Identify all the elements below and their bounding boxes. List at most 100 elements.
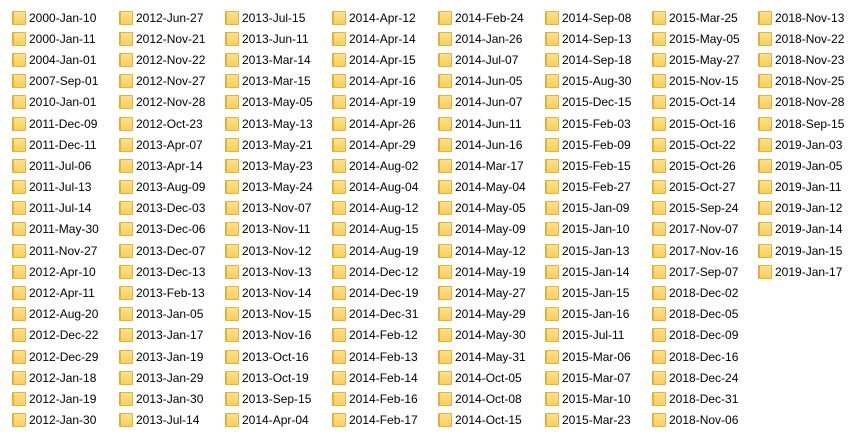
folder-item[interactable]: 2019-Jan-11 (758, 177, 844, 198)
folder-item[interactable]: 2014-Jun-05 (438, 71, 526, 92)
folder-item[interactable]: 2015-May-27 (652, 49, 740, 70)
folder-item[interactable]: 2015-Feb-03 (545, 113, 631, 134)
folder-item[interactable]: 2012-Aug-20 (12, 304, 99, 325)
folder-item[interactable]: 2012-Nov-22 (119, 49, 205, 70)
folder-item[interactable]: 2015-Mar-23 (545, 410, 631, 431)
folder-item[interactable]: 2013-Jun-11 (225, 28, 313, 49)
folder-item[interactable]: 2015-Oct-27 (652, 177, 740, 198)
folder-item[interactable]: 2011-May-30 (12, 219, 99, 240)
folder-item[interactable]: 2018-Nov-25 (758, 71, 844, 92)
folder-item[interactable]: 2014-Aug-04 (332, 177, 418, 198)
folder-item[interactable]: 2013-Mar-14 (225, 49, 313, 70)
folder-item[interactable]: 2014-Oct-08 (438, 388, 526, 409)
folder-item[interactable]: 2011-Nov-27 (12, 240, 99, 261)
folder-item[interactable]: 2014-Dec-19 (332, 282, 418, 303)
folder-item[interactable]: 2014-May-29 (438, 304, 526, 325)
folder-item[interactable]: 2019-Jan-05 (758, 155, 844, 176)
folder-item[interactable]: 2014-Apr-26 (332, 113, 418, 134)
folder-item[interactable]: 2019-Jan-17 (758, 261, 844, 282)
folder-item[interactable]: 2018-Nov-13 (758, 7, 844, 28)
folder-item[interactable]: 2015-Jul-11 (545, 325, 631, 346)
folder-item[interactable]: 2014-May-12 (438, 240, 526, 261)
folder-item[interactable]: 2000-Jan-10 (12, 7, 99, 28)
folder-item[interactable]: 2014-May-27 (438, 282, 526, 303)
folder-item[interactable]: 2015-Jan-15 (545, 282, 631, 303)
folder-item[interactable]: 2015-Mar-07 (545, 367, 631, 388)
folder-item[interactable]: 2014-May-09 (438, 219, 526, 240)
folder-item[interactable]: 2014-Feb-12 (332, 325, 418, 346)
folder-item[interactable]: 2014-Sep-13 (545, 28, 631, 49)
folder-item[interactable]: 2013-May-13 (225, 113, 313, 134)
folder-item[interactable]: 2007-Sep-01 (12, 71, 99, 92)
folder-item[interactable]: 2013-Sep-15 (225, 388, 313, 409)
folder-item[interactable]: 2014-Dec-12 (332, 261, 418, 282)
folder-item[interactable]: 2018-Nov-28 (758, 92, 844, 113)
folder-item[interactable]: 2014-May-19 (438, 261, 526, 282)
folder-item[interactable]: 2013-Nov-14 (225, 282, 313, 303)
folder-item[interactable]: 2011-Jul-06 (12, 155, 99, 176)
folder-item[interactable]: 2015-Mar-25 (652, 7, 740, 28)
folder-item[interactable]: 2012-Jun-27 (119, 7, 205, 28)
folder-item[interactable]: 2014-Jul-07 (438, 49, 526, 70)
folder-item[interactable]: 2015-Nov-15 (652, 71, 740, 92)
folder-item[interactable]: 2013-May-23 (225, 155, 313, 176)
folder-item[interactable]: 2014-Jun-11 (438, 113, 526, 134)
folder-item[interactable]: 2011-Jul-13 (12, 177, 99, 198)
folder-item[interactable]: 2018-Dec-05 (652, 304, 740, 325)
folder-item[interactable]: 2012-Apr-10 (12, 261, 99, 282)
folder-item[interactable]: 2013-Nov-13 (225, 261, 313, 282)
folder-item[interactable]: 2014-Jun-16 (438, 134, 526, 155)
folder-item[interactable]: 2013-Dec-13 (119, 261, 205, 282)
folder-item[interactable]: 2012-Dec-29 (12, 346, 99, 367)
folder-item[interactable]: 2018-Nov-23 (758, 49, 844, 70)
folder-item[interactable]: 2015-Feb-27 (545, 177, 631, 198)
folder-item[interactable]: 2012-Nov-27 (119, 71, 205, 92)
folder-item[interactable]: 2015-Sep-24 (652, 198, 740, 219)
folder-item[interactable]: 2013-May-24 (225, 177, 313, 198)
folder-item[interactable]: 2012-Apr-11 (12, 282, 99, 303)
folder-item[interactable]: 2014-Aug-02 (332, 155, 418, 176)
folder-item[interactable]: 2013-Dec-06 (119, 219, 205, 240)
folder-item[interactable]: 2014-Apr-15 (332, 49, 418, 70)
folder-item[interactable]: 2013-Oct-19 (225, 367, 313, 388)
folder-item[interactable]: 2013-Aug-09 (119, 177, 205, 198)
folder-item[interactable]: 2014-May-04 (438, 177, 526, 198)
folder-item[interactable]: 2014-Apr-16 (332, 71, 418, 92)
folder-item[interactable]: 2014-Jan-26 (438, 28, 526, 49)
folder-item[interactable]: 2014-May-30 (438, 325, 526, 346)
folder-item[interactable]: 2015-Jan-16 (545, 304, 631, 325)
folder-item[interactable]: 2014-Sep-18 (545, 49, 631, 70)
folder-item[interactable]: 2014-Aug-15 (332, 219, 418, 240)
folder-item[interactable]: 2013-Feb-13 (119, 282, 205, 303)
folder-item[interactable]: 2013-May-21 (225, 134, 313, 155)
folder-item[interactable]: 2014-Dec-31 (332, 304, 418, 325)
folder-item[interactable]: 2004-Jan-01 (12, 49, 99, 70)
folder-item[interactable]: 2018-Dec-02 (652, 282, 740, 303)
folder-item[interactable]: 2017-Nov-16 (652, 240, 740, 261)
folder-item[interactable]: 2012-Nov-21 (119, 28, 205, 49)
folder-item[interactable]: 2014-Apr-14 (332, 28, 418, 49)
folder-item[interactable]: 2018-Sep-15 (758, 113, 844, 134)
folder-item[interactable]: 2000-Jan-11 (12, 28, 99, 49)
folder-item[interactable]: 2015-Jan-09 (545, 198, 631, 219)
folder-item[interactable]: 2015-Oct-26 (652, 155, 740, 176)
folder-item[interactable]: 2013-Apr-14 (119, 155, 205, 176)
folder-item[interactable]: 2013-Nov-15 (225, 304, 313, 325)
folder-item[interactable]: 2014-Mar-17 (438, 155, 526, 176)
folder-item[interactable]: 2010-Jan-01 (12, 92, 99, 113)
folder-item[interactable]: 2014-May-31 (438, 346, 526, 367)
folder-item[interactable]: 2014-Jun-07 (438, 92, 526, 113)
folder-item[interactable]: 2013-Nov-07 (225, 198, 313, 219)
folder-item[interactable]: 2011-Jul-14 (12, 198, 99, 219)
folder-item[interactable]: 2014-Apr-04 (225, 410, 313, 431)
folder-item[interactable]: 2013-Nov-11 (225, 219, 313, 240)
folder-item[interactable]: 2019-Jan-15 (758, 240, 844, 261)
folder-item[interactable]: 2013-Jul-14 (119, 410, 205, 431)
folder-item[interactable]: 2015-Jan-10 (545, 219, 631, 240)
folder-item[interactable]: 2014-Apr-12 (332, 7, 418, 28)
folder-item[interactable]: 2018-Dec-31 (652, 388, 740, 409)
folder-item[interactable]: 2011-Dec-11 (12, 134, 99, 155)
folder-item[interactable]: 2012-Dec-22 (12, 325, 99, 346)
folder-item[interactable]: 2015-Oct-14 (652, 92, 740, 113)
folder-item[interactable]: 2013-Jan-30 (119, 388, 205, 409)
